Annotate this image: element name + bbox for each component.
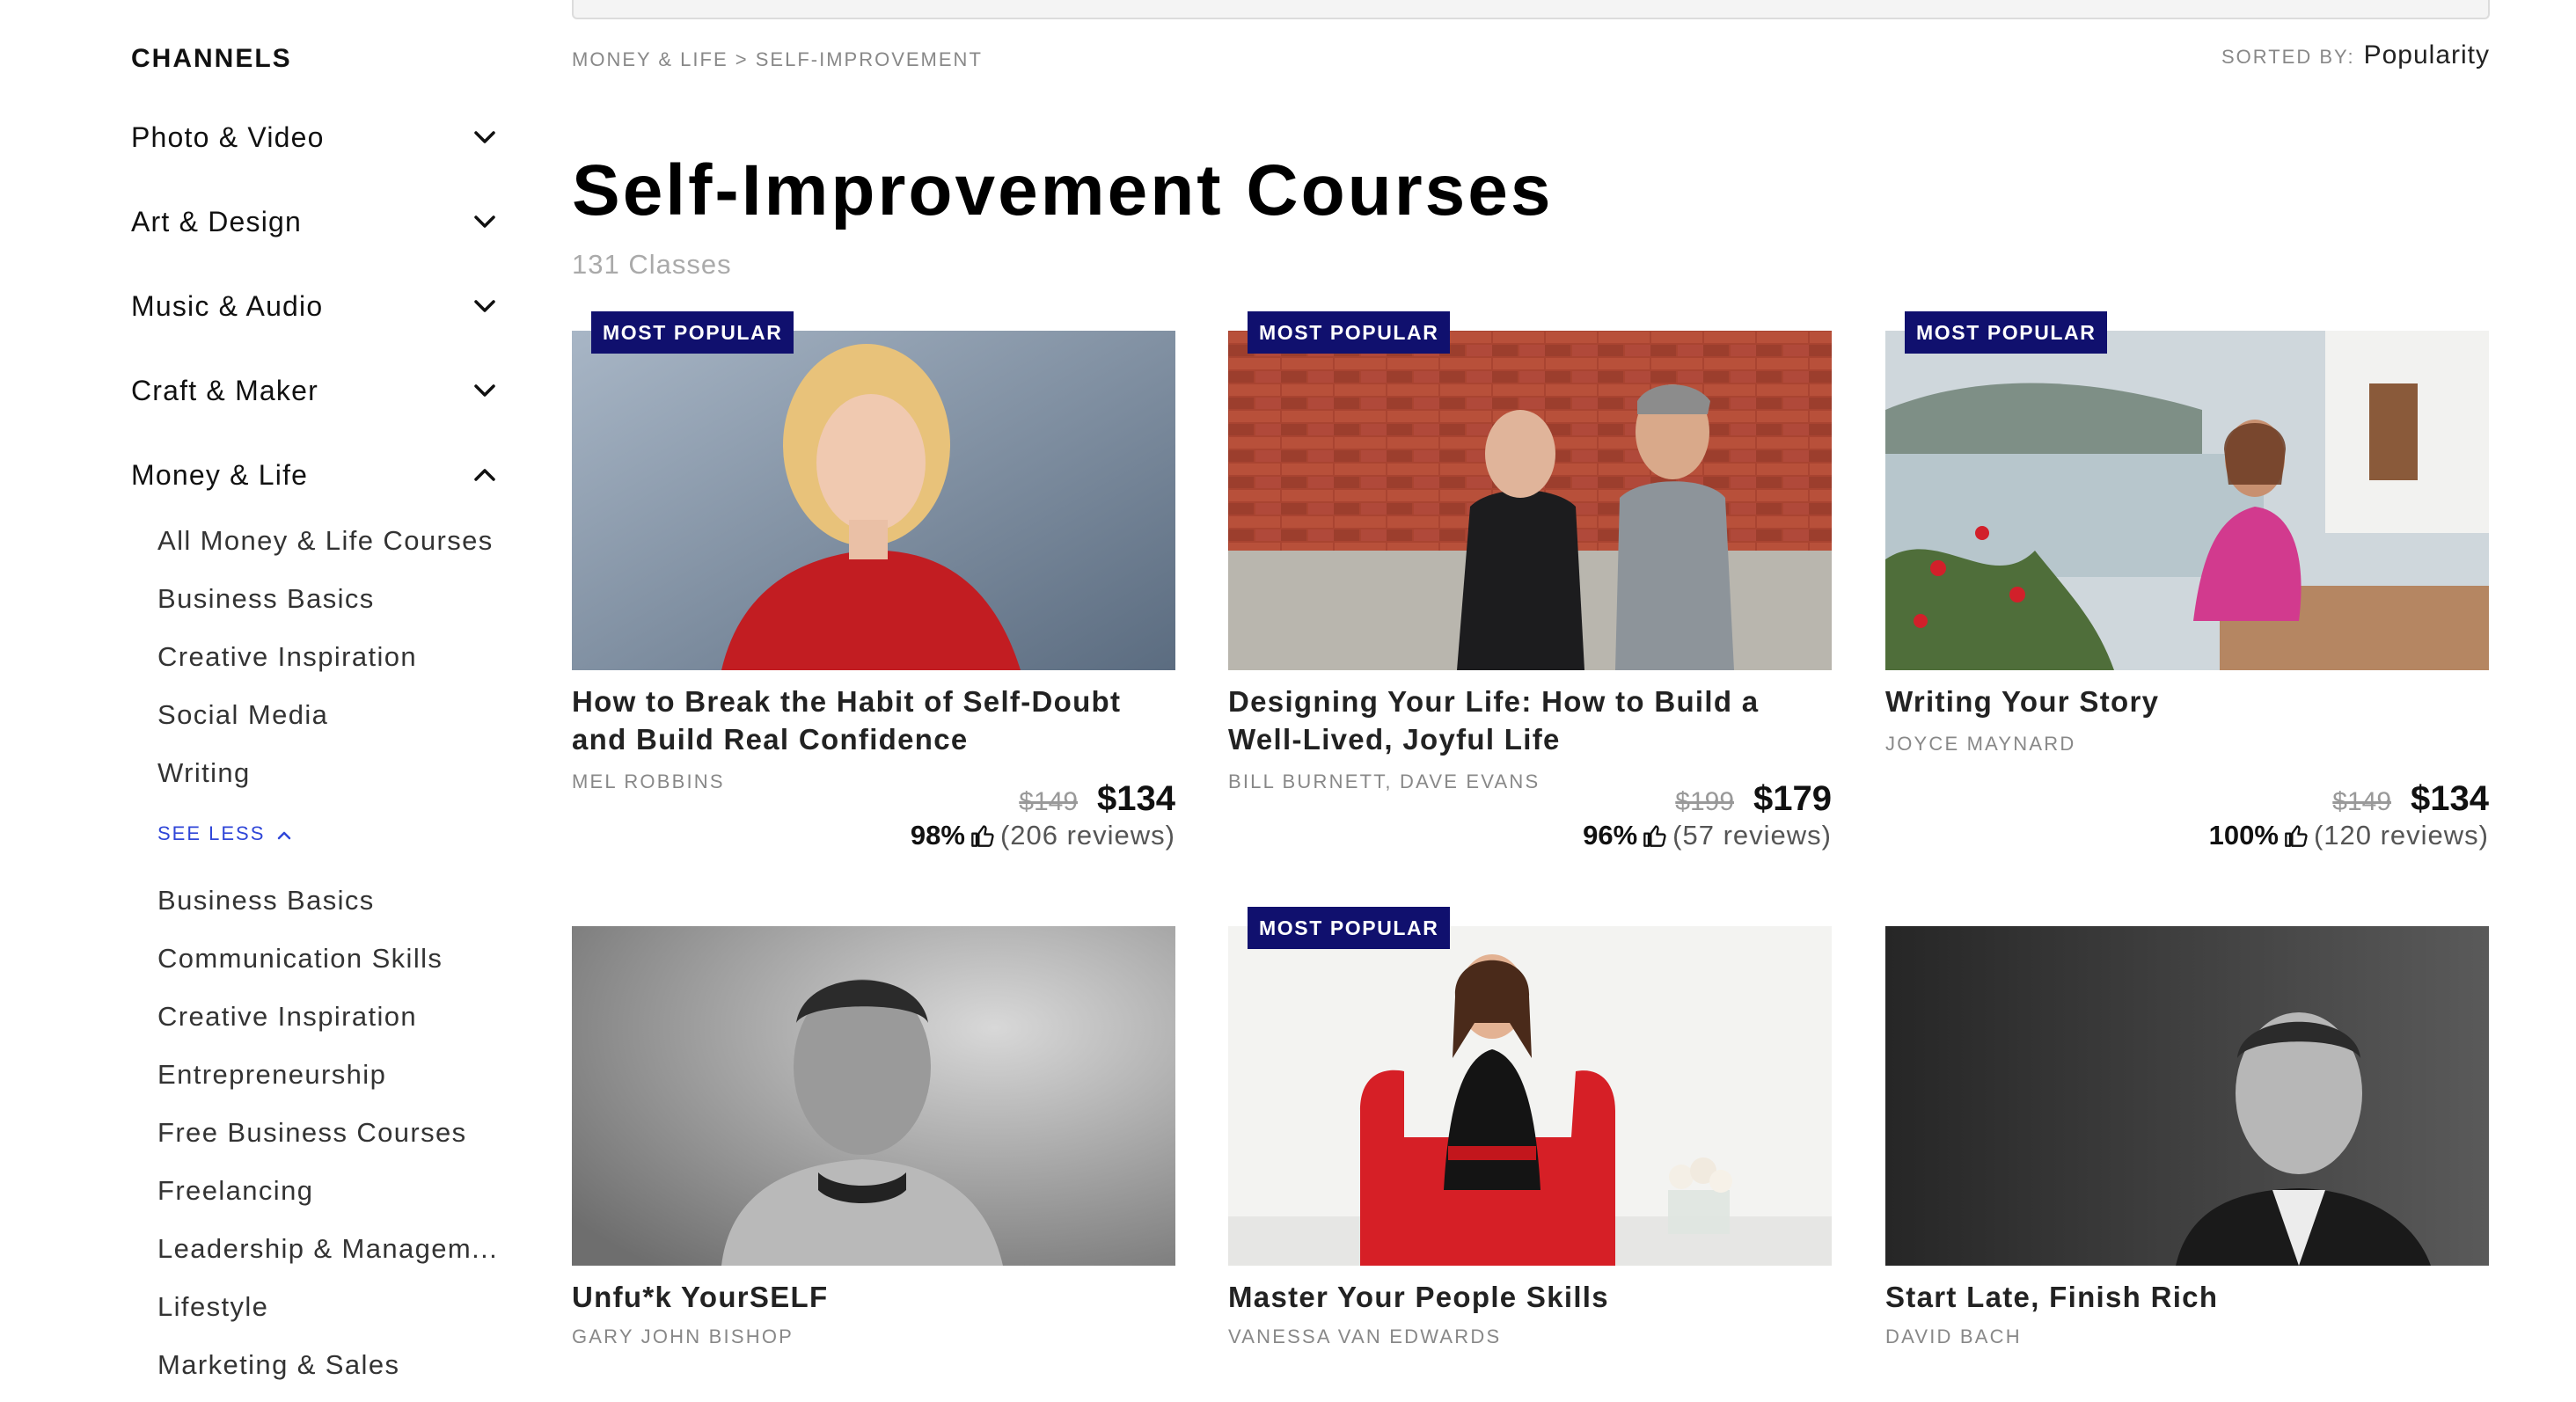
original-price: $199 xyxy=(1675,787,1735,816)
channel-label: Craft & Maker xyxy=(131,374,318,406)
channel-label: Photo & Video xyxy=(131,120,325,153)
course-title[interactable]: Writing Your Story xyxy=(1885,683,2489,720)
channels-sidebar: CHANNELS Photo & Video Art & Design Musi… xyxy=(131,0,509,1402)
course-instructor: JOYCE MAYNARD xyxy=(1885,733,2076,755)
price-row: $149 $134 xyxy=(2332,779,2489,819)
rating-row: 98% (206 reviews) xyxy=(911,820,1175,851)
sidebar-item-business-basics[interactable]: Business Basics xyxy=(157,583,375,615)
most-popular-badge: MOST POPULAR xyxy=(1248,311,1451,354)
instructor-photo xyxy=(1885,926,2489,1266)
sort-control: SORTED BY: Popularity xyxy=(2221,40,2490,70)
sidebar-item-free-business-courses[interactable]: Free Business Courses xyxy=(157,1117,467,1149)
channels-heading: CHANNELS xyxy=(131,44,292,73)
chevron-down-icon xyxy=(469,206,501,237)
review-count: (57 reviews) xyxy=(1672,820,1832,851)
course-instructor: DAVID BACH xyxy=(1885,1325,2022,1347)
sidebar-item-social-media[interactable]: Social Media xyxy=(157,699,328,731)
original-price: $149 xyxy=(2332,787,2392,816)
instructor-photo xyxy=(572,926,1175,1266)
course-instructor: VANESSA VAN EDWARDS xyxy=(1228,1325,1502,1347)
top-search-bar-edge xyxy=(572,0,2490,19)
instructor-photo xyxy=(1228,926,1832,1266)
chevron-up-icon xyxy=(469,459,501,491)
sale-price: $179 xyxy=(1753,779,1832,818)
instructor-photo xyxy=(1228,331,1832,670)
channel-craft-maker[interactable]: Craft & Maker xyxy=(131,364,501,417)
sidebar-item-communication-skills[interactable]: Communication Skills xyxy=(157,943,443,975)
sale-price: $134 xyxy=(1097,779,1175,818)
breadcrumb-separator: > xyxy=(735,48,749,70)
course-title[interactable]: Master Your People Skills xyxy=(1228,1278,1832,1316)
breadcrumb-parent[interactable]: MONEY & LIFE xyxy=(572,48,728,70)
sort-label: SORTED BY: xyxy=(2221,46,2355,68)
thumbs-up-icon xyxy=(2285,825,2308,847)
sidebar-item-creative-inspiration-2[interactable]: Creative Inspiration xyxy=(157,1001,417,1033)
sidebar-item-freelancing[interactable]: Freelancing xyxy=(157,1175,313,1207)
review-count: (206 reviews) xyxy=(999,820,1175,851)
price-row: $149 $134 xyxy=(1019,779,1175,819)
chevron-up-icon xyxy=(277,822,291,845)
breadcrumb-current[interactable]: SELF-IMPROVEMENT xyxy=(756,48,983,70)
rating-row: 96% (57 reviews) xyxy=(1583,820,1832,851)
rating-percent: 98% xyxy=(910,820,965,851)
review-count: (120 reviews) xyxy=(2313,820,2489,851)
sidebar-item-all-money-life[interactable]: All Money & Life Courses xyxy=(157,525,494,557)
thumbs-up-icon xyxy=(971,825,994,847)
course-thumbnail[interactable] xyxy=(572,331,1175,670)
chevron-down-icon xyxy=(469,375,501,406)
rating-percent: 100% xyxy=(2208,820,2279,851)
sidebar-item-business-basics-2[interactable]: Business Basics xyxy=(157,885,375,916)
sidebar-item-leadership-management[interactable]: Leadership & Managem... xyxy=(157,1233,498,1265)
class-count: 131 Classes xyxy=(572,249,732,280)
sidebar-item-writing[interactable]: Writing xyxy=(157,757,251,789)
sidebar-item-entrepreneurship[interactable]: Entrepreneurship xyxy=(157,1059,386,1091)
sidebar-item-creative-inspiration[interactable]: Creative Inspiration xyxy=(157,641,417,673)
rating-row: 100% (120 reviews) xyxy=(2209,820,2489,851)
course-thumbnail[interactable] xyxy=(1885,926,2489,1266)
thumbs-up-icon xyxy=(1643,825,1666,847)
course-title[interactable]: Unfu*k YourSELF xyxy=(572,1278,1175,1316)
most-popular-badge: MOST POPULAR xyxy=(591,311,794,354)
course-thumbnail[interactable] xyxy=(572,926,1175,1266)
channel-photo-video[interactable]: Photo & Video xyxy=(131,111,501,164)
course-instructor: BILL BURNETT, DAVE EVANS xyxy=(1228,770,1540,792)
chevron-down-icon xyxy=(469,121,501,153)
price-row: $199 $179 xyxy=(1675,779,1832,819)
instructor-photo xyxy=(572,331,1175,670)
sidebar-item-lifestyle[interactable]: Lifestyle xyxy=(157,1291,268,1323)
breadcrumb: MONEY & LIFE > SELF-IMPROVEMENT xyxy=(572,48,983,71)
sidebar-item-marketing-sales[interactable]: Marketing & Sales xyxy=(157,1349,399,1381)
channel-art-design[interactable]: Art & Design xyxy=(131,195,501,248)
course-instructor: GARY JOHN BISHOP xyxy=(572,1325,794,1347)
course-title[interactable]: Start Late, Finish Rich xyxy=(1885,1278,2489,1316)
channel-money-life[interactable]: Money & Life xyxy=(131,449,501,501)
course-thumbnail[interactable] xyxy=(1885,331,2489,670)
channel-music-audio[interactable]: Music & Audio xyxy=(131,280,501,332)
chevron-down-icon xyxy=(469,290,501,322)
see-less-label: SEE LESS xyxy=(157,822,266,844)
see-less-toggle[interactable]: SEE LESS xyxy=(157,822,291,845)
sale-price: $134 xyxy=(2411,779,2489,818)
course-title[interactable]: How to Break the Habit of Self-Doubt and… xyxy=(572,683,1175,758)
instructor-photo xyxy=(1885,331,2489,670)
course-title[interactable]: Designing Your Life: How to Build a Well… xyxy=(1228,683,1832,758)
most-popular-badge: MOST POPULAR xyxy=(1248,907,1451,949)
course-thumbnail[interactable] xyxy=(1228,926,1832,1266)
channel-label: Music & Audio xyxy=(131,289,324,322)
sort-dropdown[interactable]: Popularity xyxy=(2364,40,2490,70)
course-thumbnail[interactable] xyxy=(1228,331,1832,670)
course-instructor: MEL ROBBINS xyxy=(572,770,725,792)
most-popular-badge: MOST POPULAR xyxy=(1905,311,2108,354)
channel-label: Art & Design xyxy=(131,205,303,237)
page-title: Self-Improvement Courses xyxy=(572,150,1554,230)
channel-label: Money & Life xyxy=(131,458,309,491)
original-price: $149 xyxy=(1019,787,1079,816)
rating-percent: 96% xyxy=(1583,820,1638,851)
